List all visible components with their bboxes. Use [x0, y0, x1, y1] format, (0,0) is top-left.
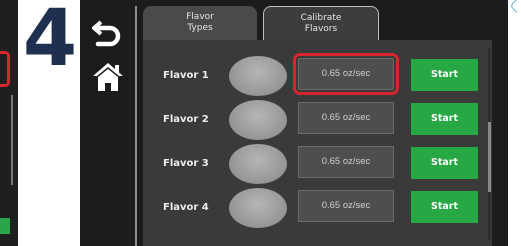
flow-rate-button[interactable]: 0.65 oz/sec [298, 102, 394, 134]
start-button[interactable]: Start [411, 147, 478, 179]
button-fragment [0, 218, 10, 234]
nav-bar [80, 0, 132, 246]
flavor-label: Flavor 2 [163, 114, 209, 125]
flavor-color-swatch [229, 188, 287, 228]
tab-label-line2: Types [187, 23, 213, 33]
calibrate-flavors-panel: Flavor 1 0.65 oz/sec Start Flavor 2 0.65… [143, 40, 492, 246]
decorative-corner [509, 0, 521, 13]
flavor-label: Flavor 4 [163, 202, 209, 213]
tab-flavor-types[interactable]: Flavor Types [143, 6, 257, 40]
flavor-row: Flavor 1 0.65 oz/sec Start [143, 53, 492, 98]
flavor-label: Flavor 1 [163, 70, 209, 81]
back-arrow-icon[interactable] [92, 18, 122, 52]
start-button[interactable]: Start [411, 103, 478, 135]
scrollbar-thumb[interactable] [488, 122, 491, 192]
device-screen: Flavor Types Calibrate Flavors Flavor 1 … [80, 0, 508, 246]
flow-rate-button[interactable]: 0.65 oz/sec [298, 146, 394, 178]
highlight-fragment [0, 51, 10, 87]
page-edge [508, 0, 521, 246]
flavor-row: Flavor 4 0.65 oz/sec Start [143, 186, 492, 230]
divider-fragment [11, 95, 13, 185]
flavor-color-swatch [229, 100, 287, 140]
flavor-row: Flavor 2 0.65 oz/sec Start [143, 98, 492, 142]
flavor-color-swatch [229, 56, 287, 96]
flavor-color-swatch [229, 144, 287, 184]
previous-step-screen-fragment [0, 0, 18, 246]
start-button[interactable]: Start [411, 191, 478, 223]
nav-divider [135, 6, 137, 246]
tab-label-line2: Flavors [304, 24, 338, 34]
flavor-label: Flavor 3 [163, 158, 209, 169]
start-button[interactable]: Start [411, 59, 478, 91]
flow-rate-button[interactable]: 0.65 oz/sec [293, 53, 399, 95]
tab-label-line1: Calibrate [300, 13, 342, 23]
tab-calibrate-flavors[interactable]: Calibrate Flavors [263, 6, 379, 41]
home-icon[interactable] [91, 60, 125, 94]
flavor-row: Flavor 3 0.65 oz/sec Start [143, 142, 492, 186]
step-number: 4 [22, 0, 78, 84]
flow-rate-button[interactable]: 0.65 oz/sec [298, 190, 394, 222]
tab-label-line1: Flavor [186, 12, 214, 22]
